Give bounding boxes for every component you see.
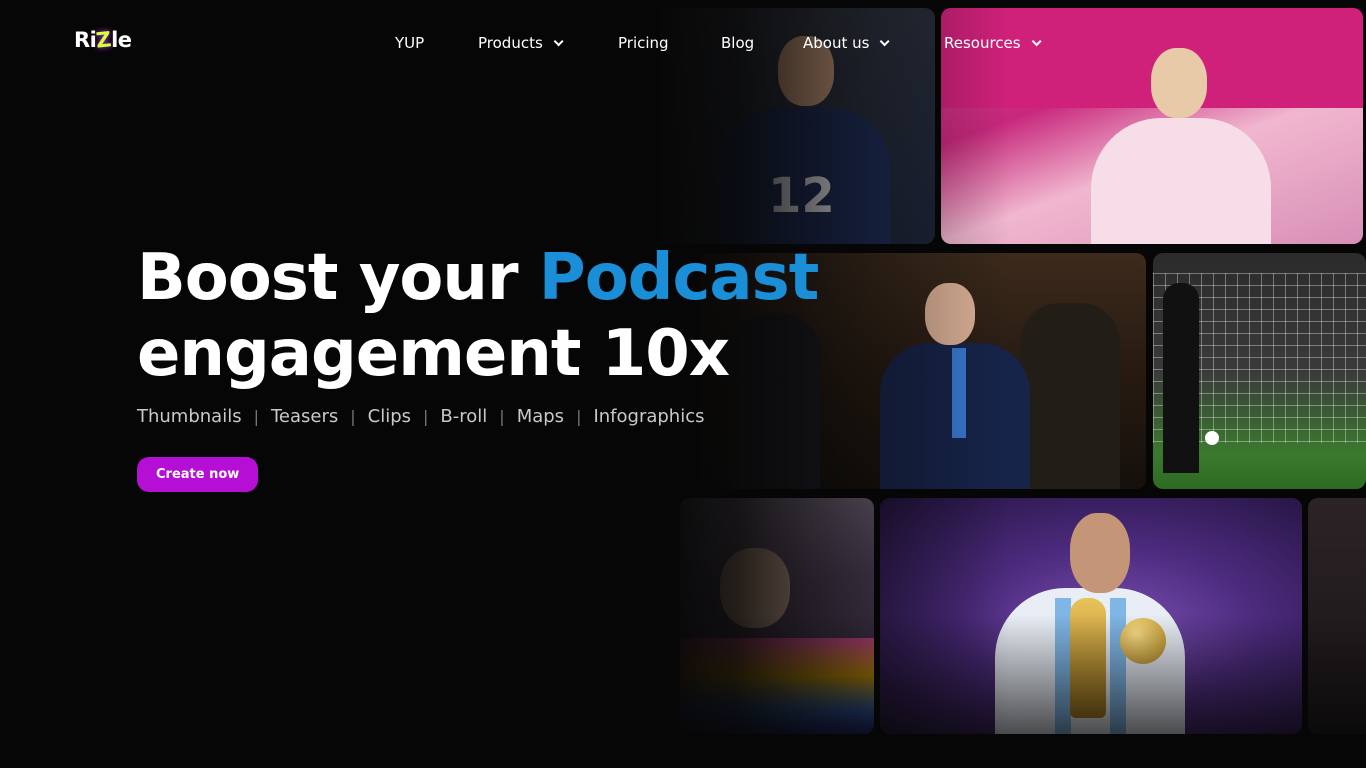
nav-item-blog[interactable]: Blog xyxy=(721,34,754,52)
collage-photo-soccer-goal xyxy=(1153,253,1366,489)
brand-logo[interactable]: RiZle xyxy=(74,27,132,64)
hero-headline: Boost your Podcast engagement 10x xyxy=(137,241,819,391)
create-now-button[interactable]: Create now xyxy=(137,457,259,492)
tag-thumbnails: Thumbnails xyxy=(137,406,242,427)
collage-photo-trophy-kiss xyxy=(880,498,1302,734)
chevron-down-icon xyxy=(880,35,891,46)
nav-item-pricing[interactable]: Pricing xyxy=(618,34,669,52)
hero-section: Boost your Podcast engagement 10x Thumbn… xyxy=(137,240,819,492)
tag-separator: | xyxy=(423,407,429,426)
nav-item-yup[interactable]: YUP xyxy=(395,34,424,52)
nav-item-about-us[interactable]: About us xyxy=(803,34,891,52)
chevron-down-icon xyxy=(1031,35,1042,46)
tag-maps: Maps xyxy=(516,406,565,427)
logo-z-mark: Z xyxy=(95,27,113,53)
tag-b-roll: B-roll xyxy=(440,406,488,427)
collage-photo-partial xyxy=(1308,498,1366,734)
tag-infographics: Infographics xyxy=(593,406,705,427)
tag-clips: Clips xyxy=(367,406,412,427)
tag-teasers: Teasers xyxy=(270,406,339,427)
collage-photo-pride-crowd xyxy=(680,498,874,734)
nav-item-resources[interactable]: Resources xyxy=(944,34,1042,52)
tag-separator: | xyxy=(499,407,505,426)
top-nav: RiZle YUP Products Pricing Blog About us… xyxy=(0,0,1366,90)
tag-separator: | xyxy=(576,407,582,426)
headline-accent: Podcast xyxy=(538,241,819,315)
tag-separator: | xyxy=(253,407,259,426)
feature-tags: Thumbnails | Teasers | Clips | B-roll | … xyxy=(137,406,818,427)
jersey-number: 12 xyxy=(768,168,835,224)
chevron-down-icon xyxy=(553,35,564,46)
nav-item-products[interactable]: Products xyxy=(478,34,564,52)
tag-separator: | xyxy=(350,407,356,426)
page: 12 RiZle YUP Products Pricing Blog About… xyxy=(0,0,1366,768)
